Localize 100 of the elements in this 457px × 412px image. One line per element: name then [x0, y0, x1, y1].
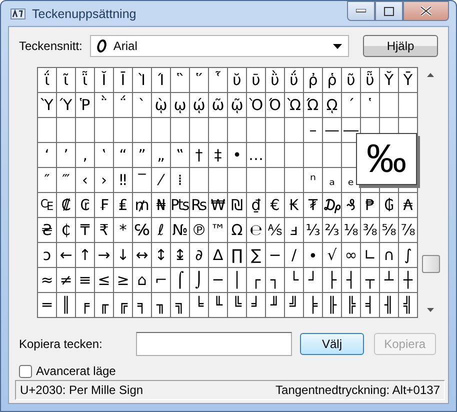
scroll-up-icon[interactable]	[427, 73, 434, 77]
character-cell[interactable]: ‛	[95, 143, 113, 167]
character-cell[interactable]: *	[114, 218, 132, 242]
character-cell[interactable]: ╙	[209, 293, 227, 317]
character-cell[interactable]: ῳ	[171, 93, 189, 117]
minimize-button[interactable]	[347, 1, 375, 21]
character-cell[interactable]: ⌂	[133, 268, 151, 292]
character-cell[interactable]: ⌐	[152, 268, 170, 292]
character-cell[interactable]: †	[190, 143, 208, 167]
scroll-thumb[interactable]	[422, 255, 440, 273]
character-cell[interactable]: ₹	[95, 218, 113, 242]
character-cell[interactable]: ₥	[133, 193, 151, 217]
character-cell[interactable]: ≈	[38, 268, 56, 292]
character-cell[interactable]: ‟	[171, 143, 189, 167]
character-cell[interactable]: ₵	[57, 218, 75, 242]
character-cell[interactable]: Ὺ	[38, 93, 56, 117]
character-cell[interactable]: ´	[342, 93, 360, 117]
character-cell[interactable]: ῾	[361, 93, 379, 117]
copy-field[interactable]	[136, 332, 292, 356]
character-cell[interactable]: ↄ	[38, 243, 56, 267]
character-cell[interactable]: ╗	[171, 293, 189, 317]
character-cell[interactable]: ℅	[133, 218, 151, 242]
character-cell[interactable]: ₩	[209, 193, 227, 217]
character-cell[interactable]: ₐ	[323, 168, 341, 192]
advanced-checkbox[interactable]	[19, 364, 32, 378]
character-cell[interactable]: ₠	[38, 193, 56, 217]
character-cell[interactable]: ┼	[399, 268, 417, 292]
maximize-button[interactable]	[375, 1, 403, 21]
character-cell[interactable]: ΰ	[285, 68, 303, 92]
character-cell[interactable]: ┌	[247, 268, 265, 292]
character-cell[interactable]: ℮	[247, 218, 265, 242]
character-cell[interactable]: ₮	[304, 193, 322, 217]
character-cell[interactable]: ┴	[380, 268, 398, 292]
character-cell[interactable]: ⌠	[171, 268, 189, 292]
scroll-down-icon[interactable]	[427, 308, 434, 312]
character-cell[interactable]: ₴	[38, 218, 56, 242]
character-cell[interactable]: ₡	[57, 193, 75, 217]
character-cell[interactable]: “	[114, 143, 132, 167]
character-cell[interactable]: –	[304, 118, 322, 142]
character-cell[interactable]: ≥	[114, 268, 132, 292]
character-cell[interactable]: ₳	[399, 193, 417, 217]
character-cell[interactable]: ›	[95, 168, 113, 192]
character-cell[interactable]: ╘	[190, 293, 208, 317]
character-cell[interactable]: ΅	[114, 93, 132, 117]
character-cell[interactable]: ‾	[133, 168, 151, 192]
character-cell[interactable]: ῗ	[76, 68, 94, 92]
font-dropdown[interactable]: Arial	[90, 35, 349, 57]
character-cell[interactable]: ῢ	[266, 68, 284, 92]
character-cell[interactable]: ║	[57, 293, 75, 317]
character-cell[interactable]: ₣	[95, 193, 113, 217]
character-cell[interactable]: Ύ	[57, 93, 75, 117]
character-cell[interactable]: ‚	[76, 143, 94, 167]
character-cell[interactable]: ⁄	[152, 168, 170, 192]
character-cell[interactable]: ῖ	[57, 68, 75, 92]
character-cell[interactable]: Ί	[152, 68, 170, 92]
character-cell[interactable]: ∑	[247, 243, 265, 267]
character-cell[interactable]: „	[152, 143, 170, 167]
character-cell[interactable]: ₯	[323, 193, 341, 217]
character-cell[interactable]: ₲	[380, 193, 398, 217]
character-cell[interactable]: ⅜	[361, 218, 379, 242]
character-cell[interactable]: ┐	[266, 268, 284, 292]
character-cell[interactable]: ↓	[114, 243, 132, 267]
character-cell[interactable]: Ό	[266, 93, 284, 117]
character-cell[interactable]: ┘	[304, 268, 322, 292]
character-cell[interactable]: Ῥ	[76, 93, 94, 117]
character-cell[interactable]: №	[171, 218, 189, 242]
character-cell[interactable]: ⅞	[399, 218, 417, 242]
character-cell[interactable]: ↨	[171, 243, 189, 267]
character-cell[interactable]: ⁿ	[304, 168, 322, 192]
character-cell[interactable]: ≠	[57, 268, 75, 292]
character-cell[interactable]: ₢	[76, 193, 94, 217]
character-cell[interactable]: ∩	[380, 243, 398, 267]
character-cell[interactable]: −	[266, 243, 284, 267]
character-cell[interactable]: Ῑ	[114, 68, 132, 92]
character-cell[interactable]: ╜	[266, 293, 284, 317]
character-cell[interactable]: ῟	[209, 68, 227, 92]
character-cell[interactable]: ⌡	[190, 268, 208, 292]
character-cell[interactable]: └	[285, 268, 303, 292]
character-cell[interactable]: ῶ	[209, 93, 227, 117]
character-cell[interactable]: ῞	[190, 68, 208, 92]
character-cell[interactable]: ┬	[361, 268, 379, 292]
character-cell[interactable]: ╢	[380, 293, 398, 317]
character-cell[interactable]: ‼	[114, 168, 132, 192]
character-cell[interactable]: Ῠ	[380, 68, 398, 92]
character-cell[interactable]: ῝	[171, 68, 189, 92]
character-cell[interactable]: ╟	[323, 293, 341, 317]
character-cell[interactable]: ”	[133, 143, 151, 167]
character-cell[interactable]: ╠	[342, 293, 360, 317]
character-cell[interactable]: ῠ	[228, 68, 246, 92]
character-cell[interactable]: ┤	[342, 268, 360, 292]
character-cell[interactable]: ℗	[190, 218, 208, 242]
select-button[interactable]: Välj	[300, 333, 364, 355]
character-cell[interactable]: ╓	[95, 293, 113, 317]
character-cell[interactable]: ╡	[361, 293, 379, 317]
character-cell[interactable]: ←	[57, 243, 75, 267]
character-cell[interactable]: ῤ	[304, 68, 322, 92]
character-cell[interactable]: ╣	[399, 293, 417, 317]
character-cell[interactable]: ―	[342, 118, 360, 142]
character-cell[interactable]: €	[266, 193, 284, 217]
character-cell[interactable]: ⅛	[342, 218, 360, 242]
